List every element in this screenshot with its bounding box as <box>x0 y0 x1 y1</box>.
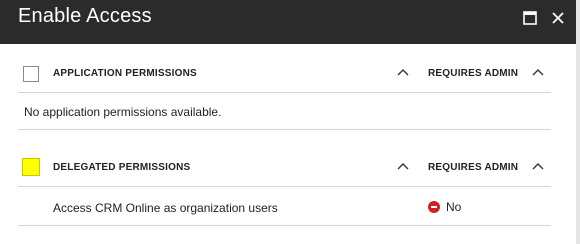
requires-admin-status: No <box>428 200 461 214</box>
requires-admin-sort-chevron-up-icon[interactable] <box>531 160 545 174</box>
requires-admin-value: No <box>446 200 462 214</box>
permission-row[interactable]: Access CRM Online as organization users … <box>18 189 551 226</box>
scrollbar-track[interactable] <box>576 0 580 244</box>
permission-name: Access CRM Online as organization users <box>53 201 278 215</box>
application-permissions-label: APPLICATION PERMISSIONS <box>53 68 197 79</box>
maximize-icon <box>523 11 537 25</box>
close-icon <box>552 12 564 24</box>
delegated-permissions-header: DELEGATED PERMISSIONS REQUIRES ADMIN <box>18 150 551 187</box>
select-all-application-checkbox[interactable] <box>23 66 39 82</box>
application-permissions-header: APPLICATION PERMISSIONS REQUIRES ADMIN <box>18 56 551 93</box>
blade-titlebar: Enable Access <box>0 0 576 44</box>
requires-admin-column-header[interactable]: REQUIRES ADMIN <box>428 68 518 79</box>
requires-admin-sort-chevron-up-icon[interactable] <box>531 66 545 80</box>
select-all-delegated-checkbox[interactable] <box>22 158 40 176</box>
empty-message: No application permissions available. <box>24 105 222 119</box>
requires-admin-column-header[interactable]: REQUIRES ADMIN <box>428 162 518 173</box>
maximize-button[interactable] <box>521 9 539 27</box>
no-entry-icon <box>428 201 440 213</box>
sort-chevron-up-icon[interactable] <box>396 66 410 80</box>
delegated-permissions-label: DELEGATED PERMISSIONS <box>53 162 191 173</box>
application-permissions-empty-row: No application permissions available. <box>18 93 551 130</box>
sort-chevron-up-icon[interactable] <box>396 160 410 174</box>
close-button[interactable] <box>549 9 567 27</box>
page-title: Enable Access <box>18 5 152 27</box>
